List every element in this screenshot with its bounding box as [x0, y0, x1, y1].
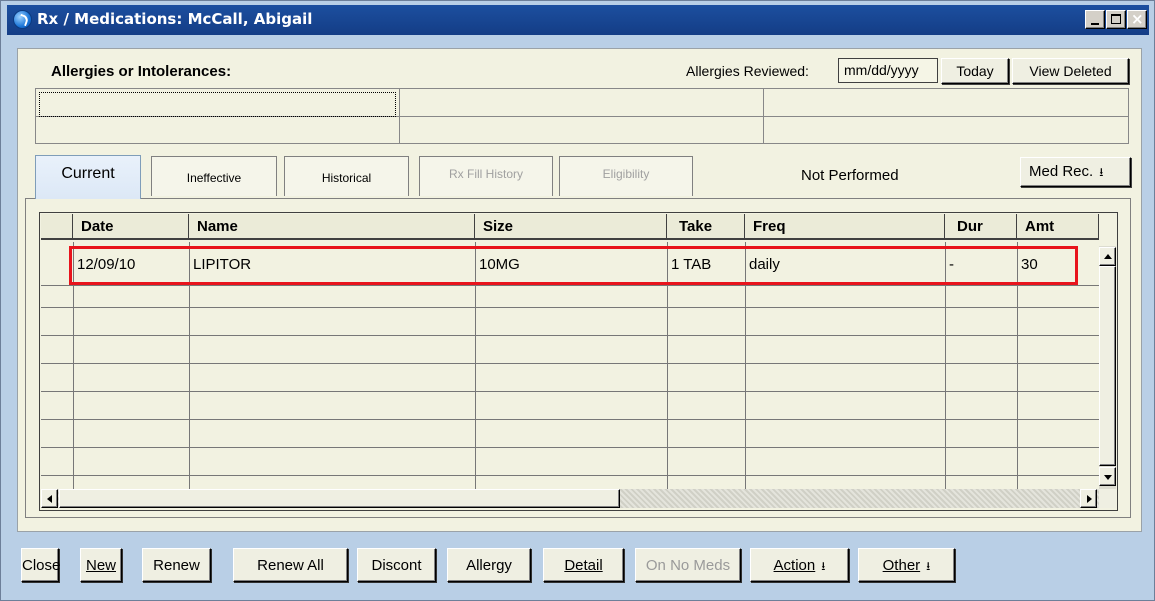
minimize-button[interactable] — [1085, 10, 1105, 29]
discont-button[interactable]: Discont — [357, 548, 436, 582]
close-button[interactable]: Close — [21, 548, 60, 582]
window-title: Rx / Medications: McCall, Abigail — [37, 10, 313, 28]
other-button-label: Other — [882, 557, 921, 574]
eligibility-status-text: Not Performed — [801, 167, 899, 184]
allergy-focus-outline — [39, 92, 396, 117]
column-header-date[interactable]: Date — [73, 214, 189, 240]
grid-line — [41, 307, 1099, 308]
tab-ineffective[interactable]: Ineffective — [151, 156, 277, 196]
action-button-label: Action — [773, 557, 816, 574]
grid-line — [41, 335, 1099, 336]
row-highlight-box — [69, 246, 1078, 285]
allergy-cell[interactable] — [400, 89, 764, 117]
column-header-take[interactable]: Take — [667, 214, 745, 240]
scroll-right-button[interactable] — [1080, 489, 1097, 508]
allergies-reviewed-label: Allergies Reviewed: — [686, 63, 809, 79]
new-button-label: New — [85, 557, 116, 574]
detail-button-label: Detail — [564, 557, 603, 574]
allergy-button[interactable]: Allergy — [447, 548, 531, 582]
tab-historical[interactable]: Historical — [284, 156, 409, 196]
maximize-button[interactable] — [1106, 10, 1126, 29]
grid-line — [41, 419, 1099, 420]
allergies-heading: Allergies or Intolerances: — [51, 63, 232, 80]
app-logo-icon — [13, 10, 32, 29]
scroll-up-button[interactable] — [1099, 247, 1116, 266]
tab-eligibility[interactable]: Eligibility — [559, 156, 693, 196]
med-rec-label: Med Rec. — [1029, 163, 1094, 180]
grid-line — [41, 285, 1099, 286]
new-button[interactable]: New — [80, 548, 122, 582]
detail-button[interactable]: Detail — [543, 548, 624, 582]
med-rec-button[interactable]: Med Rec. ⭳ — [1020, 157, 1131, 187]
minimize-icon — [1091, 23, 1099, 25]
arrow-left-icon — [47, 495, 52, 503]
tab-rx-fill-history[interactable]: Rx Fill History — [419, 156, 553, 196]
title-bar[interactable]: Rx / Medications: McCall, Abigail × — [7, 5, 1149, 35]
scroll-down-button[interactable] — [1099, 467, 1116, 486]
arrow-up-icon — [1104, 254, 1112, 259]
dropdown-arrow-icon: ⭳ — [821, 559, 826, 573]
arrow-down-icon — [1104, 475, 1112, 480]
horizontal-scroll-thumb[interactable] — [59, 489, 620, 508]
renew-button[interactable]: Renew — [142, 548, 211, 582]
allergy-cell[interactable] — [36, 117, 400, 143]
close-icon: × — [1131, 10, 1144, 28]
scrollbar-corner — [1099, 489, 1116, 508]
arrow-right-icon — [1087, 495, 1092, 503]
column-header-dur[interactable]: Dur — [945, 214, 1017, 240]
row-selector-header — [41, 214, 73, 240]
column-header-name[interactable]: Name — [189, 214, 475, 240]
close-window-button[interactable]: × — [1127, 10, 1147, 29]
column-header-freq[interactable]: Freq — [745, 214, 945, 240]
allergy-cell[interactable] — [400, 117, 764, 143]
today-button[interactable]: Today — [941, 58, 1009, 84]
vertical-scroll-thumb[interactable] — [1099, 266, 1116, 466]
dropdown-arrow-icon: ⭳ — [926, 559, 931, 573]
grid-line — [41, 363, 1099, 364]
allergies-reviewed-date-field[interactable]: mm/dd/yyyy — [838, 58, 938, 83]
grid-line — [41, 391, 1099, 392]
renew-all-button[interactable]: Renew All — [233, 548, 348, 582]
allergy-cell[interactable] — [764, 117, 1128, 143]
view-deleted-button[interactable]: View Deleted — [1012, 58, 1129, 84]
tab-current[interactable]: Current — [35, 155, 141, 199]
scroll-left-button[interactable] — [41, 489, 58, 508]
grid-line — [41, 475, 1099, 476]
grid-line — [41, 447, 1099, 448]
on-no-meds-button[interactable]: On No Meds — [635, 548, 741, 582]
maximize-icon — [1111, 14, 1121, 24]
dropdown-arrow-icon: ⭳ — [1099, 165, 1104, 179]
column-header-amt[interactable]: Amt — [1017, 214, 1099, 240]
allergy-cell[interactable] — [764, 89, 1128, 117]
action-menu-button[interactable]: Action ⭳ — [750, 548, 849, 582]
medications-window: Rx / Medications: McCall, Abigail × Alle… — [0, 0, 1155, 601]
other-menu-button[interactable]: Other ⭳ — [858, 548, 955, 582]
column-header-size[interactable]: Size — [475, 214, 667, 240]
